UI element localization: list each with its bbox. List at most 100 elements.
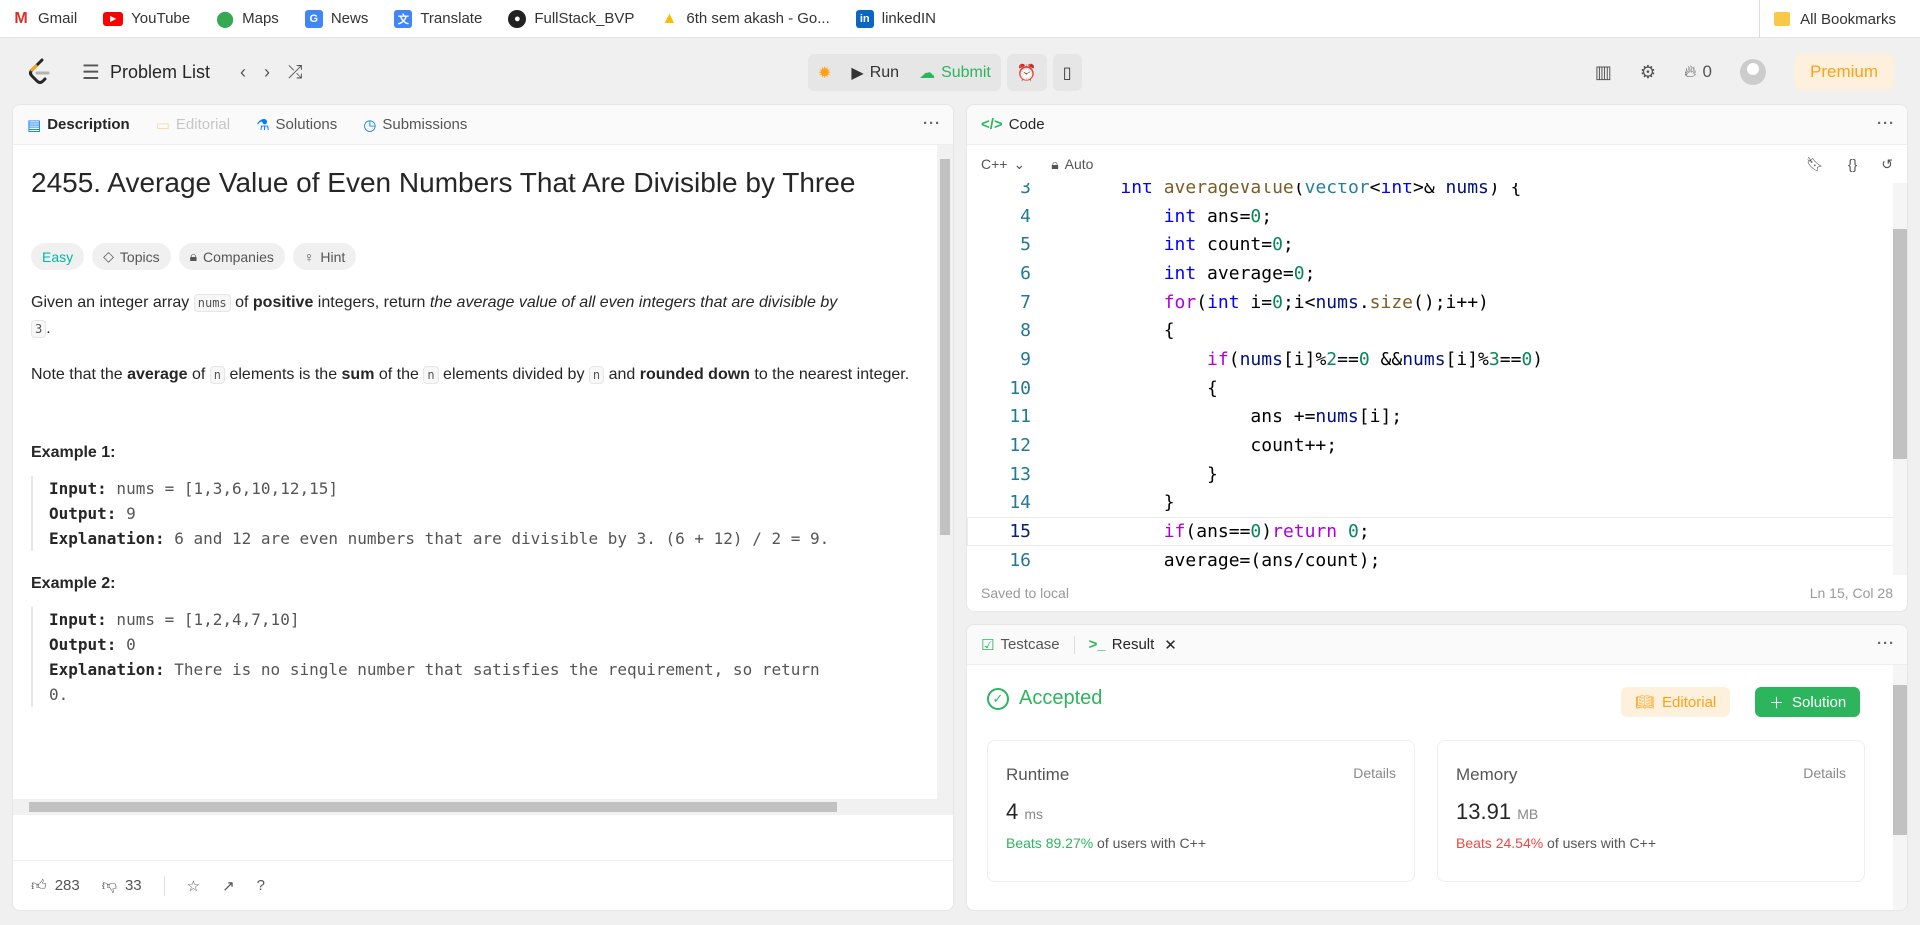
editor-scrollbar[interactable] bbox=[1893, 183, 1907, 575]
divider bbox=[163, 875, 165, 896]
language-select[interactable]: C++ ⌄ bbox=[981, 156, 1025, 173]
example-2-title: Example 2: bbox=[31, 575, 116, 592]
close-icon[interactable]: ✕ bbox=[1164, 636, 1177, 654]
code-line: 12 count++; bbox=[1009, 435, 1338, 457]
thumbs-up-icon: 👍︎ bbox=[31, 876, 47, 894]
problem-description: 2455. Average Value of Even Numbers That… bbox=[13, 145, 953, 815]
hint-tag[interactable]: ♀ Hint bbox=[292, 243, 357, 270]
debug-button[interactable]: ✹ bbox=[808, 54, 841, 91]
bookmark-gmail[interactable]: M Gmail bbox=[12, 10, 77, 28]
code-line: 8 { bbox=[1020, 320, 1175, 342]
scrollbar-thumb[interactable] bbox=[1893, 685, 1907, 835]
book-icon: ▭ bbox=[155, 116, 170, 134]
more-options-icon[interactable]: ··· bbox=[1877, 635, 1895, 652]
tab-submissions[interactable]: ◷ Submissions bbox=[363, 116, 467, 134]
shuffle-icon[interactable]: ⤮ bbox=[288, 62, 302, 83]
dislike-button[interactable]: 👎︎ 33 bbox=[102, 877, 142, 895]
submit-button[interactable]: ☁ Submit bbox=[909, 54, 1001, 91]
history-icon: ◷ bbox=[363, 116, 377, 134]
save-status: Saved to local bbox=[981, 585, 1069, 601]
code-line: 4 int ans=0; bbox=[1020, 205, 1273, 227]
tab-testcase[interactable]: ☑ Testcase bbox=[981, 636, 1060, 654]
description-tabs: ▤ Description ▭ Editorial ⚗ Solutions ◷ Subm… bbox=[13, 105, 953, 145]
like-button[interactable]: 👍︎ 283 bbox=[31, 877, 80, 895]
bookmark-youtube[interactable]: ▶ YouTube bbox=[103, 10, 190, 27]
settings-gear-icon[interactable]: ⚙ bbox=[1640, 62, 1656, 83]
bookmark-linkedin[interactable]: in linkedIN bbox=[855, 9, 936, 28]
inline-code: n bbox=[588, 366, 605, 384]
avatar[interactable] bbox=[1739, 59, 1766, 85]
streak-counter[interactable]: 🔥︎ 0 bbox=[1684, 62, 1712, 82]
description-panel: ▤ Description ▭ Editorial ⚗ Solutions ◷ Subm… bbox=[12, 104, 954, 911]
result-panel: ☑ Testcase >_ Result ✕ ··· ✓ Accepted 📖︎ Edit… bbox=[966, 624, 1908, 911]
topics-tag[interactable]: ◇ Topics bbox=[92, 243, 171, 270]
bookmark-icon[interactable]: 🔖︎ bbox=[1806, 156, 1824, 173]
difficulty-badge[interactable]: Easy bbox=[31, 243, 85, 270]
premium-button[interactable]: Premium bbox=[1793, 54, 1894, 90]
code-icon: </> bbox=[981, 116, 1003, 133]
runtime-value: 4 ms bbox=[1006, 799, 1044, 824]
reset-icon[interactable]: ↺ bbox=[1881, 156, 1893, 173]
braces-icon[interactable]: {} bbox=[1848, 156, 1857, 173]
divider bbox=[1073, 635, 1075, 654]
timer-button[interactable]: ⏰ bbox=[1006, 54, 1047, 91]
run-button[interactable]: ▶ Run bbox=[841, 54, 909, 91]
code-editor[interactable]: 3 int averageValue(vector<int>& nums) { … bbox=[967, 183, 1907, 575]
problem-statement: Given an integer array nums of positive … bbox=[31, 294, 838, 338]
code-panel: </> Code ··· C++ ⌄ 🔒︎ Auto 🔖︎ {} ↺ 3 int av… bbox=[966, 104, 1908, 612]
linkedin-icon: in bbox=[855, 9, 874, 28]
result-scrollbar[interactable] bbox=[1893, 665, 1907, 910]
bookmark-drive[interactable]: ▲ 6th sem akash - Go... bbox=[660, 10, 829, 28]
example-2-block: Input: nums = [1,2,4,7,10] Output: 0 Exp… bbox=[31, 607, 935, 707]
star-icon[interactable]: ☆ bbox=[187, 877, 200, 895]
tab-solutions[interactable]: ⚗ Solutions bbox=[256, 116, 337, 134]
plus-icon: ＋ bbox=[1769, 694, 1785, 712]
leetcode-logo-icon[interactable] bbox=[26, 58, 54, 86]
more-options-icon[interactable]: ··· bbox=[923, 115, 941, 132]
tab-result[interactable]: >_ Result ✕ bbox=[1089, 636, 1177, 654]
bookmark-news[interactable]: G News bbox=[304, 9, 368, 28]
runtime-card[interactable]: Runtime Details 4 ms Beats 89.27% of use… bbox=[987, 740, 1415, 882]
code-line: 7 for(int i=0;i<nums.size();i++) bbox=[1020, 291, 1489, 313]
runtime-details-link[interactable]: Details bbox=[1353, 765, 1396, 781]
tab-description[interactable]: ▤ Description bbox=[27, 116, 130, 134]
companies-tag[interactable]: 🔒︎ Companies bbox=[178, 243, 285, 270]
solution-button[interactable]: ＋ Solution bbox=[1755, 687, 1861, 717]
right-nav: ▥ ⚙ 🔥︎ 0 Premium bbox=[1595, 54, 1894, 90]
share-icon[interactable]: ↗ bbox=[222, 877, 235, 895]
problem-list-button[interactable]: ☰ Problem List bbox=[82, 60, 210, 85]
scrollbar-thumb[interactable] bbox=[940, 159, 950, 535]
check-circle-icon: ✓ bbox=[987, 687, 1009, 710]
tab-code[interactable]: </> Code bbox=[981, 116, 1045, 133]
autocomplete-mode[interactable]: 🔒︎ Auto bbox=[1051, 156, 1093, 173]
all-bookmarks[interactable]: All Bookmarks bbox=[1759, 0, 1896, 38]
scrollbar-thumb[interactable] bbox=[1893, 229, 1907, 459]
scrollbar-thumb[interactable] bbox=[29, 802, 837, 812]
help-icon[interactable]: ? bbox=[257, 877, 265, 894]
prev-problem-icon[interactable]: ‹ bbox=[240, 62, 246, 83]
code-line: 10 { bbox=[1009, 377, 1218, 399]
more-options-icon[interactable]: ··· bbox=[1877, 115, 1895, 132]
run-controls: ✹ ▶ Run ☁ Submit ⏰ ▯ bbox=[808, 54, 1082, 91]
bookmark-maps[interactable]: ⬤ Maps bbox=[216, 10, 279, 28]
editorial-button[interactable]: 📖︎ Editorial bbox=[1621, 687, 1731, 717]
list-icon: ☰ bbox=[82, 61, 100, 84]
alarm-icon: ⏰ bbox=[1016, 64, 1037, 82]
description-footer: 👍︎ 283 👎︎ 33 ☆ ↗ ? bbox=[13, 860, 953, 910]
tab-editorial[interactable]: ▭ Editorial bbox=[156, 116, 230, 134]
flask-icon: ⚗ bbox=[256, 116, 270, 134]
run-submit-group: ✹ ▶ Run ☁ Submit bbox=[808, 54, 1001, 91]
bookmark-translate[interactable]: 文 Translate bbox=[394, 9, 482, 28]
next-problem-icon[interactable]: › bbox=[264, 62, 270, 83]
horizontal-scrollbar[interactable] bbox=[13, 799, 953, 815]
translate-icon: 文 bbox=[394, 9, 413, 28]
vertical-scrollbar[interactable] bbox=[937, 145, 953, 815]
layout-icon[interactable]: ▥ bbox=[1595, 62, 1612, 83]
notes-button[interactable]: ▯ bbox=[1052, 54, 1082, 91]
bookmark-fullstack[interactable]: ● FullStack_BVP bbox=[508, 9, 634, 28]
inline-code: nums bbox=[193, 294, 231, 312]
gmail-icon: M bbox=[14, 9, 28, 27]
memory-card[interactable]: Memory Details 13.91 MB Beats 24.54% of … bbox=[1437, 740, 1865, 882]
inline-code: n bbox=[209, 366, 226, 384]
memory-details-link[interactable]: Details bbox=[1803, 765, 1846, 781]
